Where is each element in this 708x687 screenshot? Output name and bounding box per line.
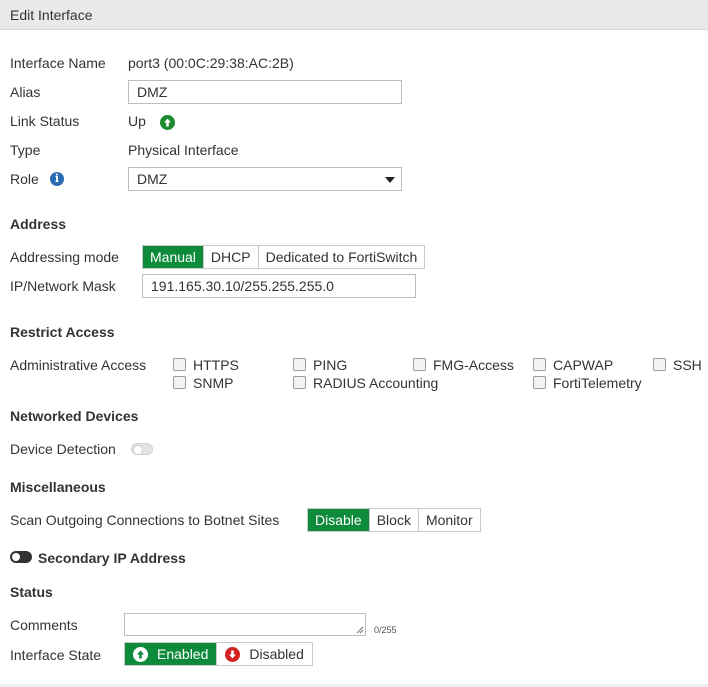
- https-checkbox[interactable]: [173, 358, 186, 371]
- role-label: Role: [10, 171, 39, 187]
- https-label: HTTPS: [193, 357, 239, 373]
- botnet-disable-button[interactable]: Disable: [308, 509, 370, 531]
- admin-access-label: Administrative Access: [10, 357, 147, 373]
- dialog-title-bar: Edit Interface: [0, 0, 708, 30]
- botnet-scan-toggle: Disable Block Monitor: [307, 508, 481, 532]
- caret-down-icon: [385, 177, 395, 183]
- alias-label: Alias: [10, 84, 41, 100]
- botnet-scan-label: Scan Outgoing Connections to Botnet Site…: [10, 512, 280, 528]
- ip-mask-input[interactable]: [142, 274, 416, 298]
- alias-input[interactable]: [128, 80, 402, 104]
- secondary-ip-toggle[interactable]: [10, 551, 32, 563]
- snmp-label: SNMP: [193, 375, 234, 391]
- fmg-access-checkbox[interactable]: [413, 358, 426, 371]
- ssh-label: SSH: [673, 357, 702, 373]
- ping-label: PING: [313, 357, 348, 373]
- fortitelemetry-label: FortiTelemetry: [553, 375, 642, 391]
- address-section-title: Address: [10, 216, 67, 232]
- state-disabled-button[interactable]: Disabled: [217, 643, 311, 665]
- comments-counter: 0/255: [374, 625, 397, 635]
- capwap-label: CAPWAP: [553, 357, 614, 373]
- device-detection-label: Device Detection: [10, 441, 116, 457]
- down-arrow-circle-icon: [225, 646, 241, 662]
- radius-accounting-checkbox[interactable]: [293, 376, 306, 389]
- interface-name-value: port3 (00:0C:29:38:AC:2B): [128, 55, 294, 71]
- link-up-icon: [160, 115, 175, 130]
- secondary-ip-label: Secondary IP Address: [38, 550, 186, 566]
- ip-mask-label: IP/Network Mask: [10, 278, 116, 294]
- comments-textarea[interactable]: [124, 613, 366, 636]
- addressing-mode-toggle: Manual DHCP Dedicated to FortiSwitch: [142, 245, 426, 269]
- resize-grip-icon[interactable]: [356, 626, 364, 634]
- dialog-title: Edit Interface: [10, 7, 93, 23]
- state-disabled-label: Disabled: [249, 646, 304, 662]
- restrict-access-section-title: Restrict Access: [10, 324, 115, 340]
- networked-devices-section-title: Networked Devices: [10, 408, 139, 424]
- link-status-label: Link Status: [10, 113, 80, 129]
- botnet-block-button[interactable]: Block: [369, 509, 419, 531]
- botnet-monitor-button[interactable]: Monitor: [418, 509, 480, 531]
- interface-state-label: Interface State: [10, 647, 102, 663]
- link-status-value: Up: [128, 113, 146, 129]
- type-value: Physical Interface: [128, 142, 239, 158]
- comments-label: Comments: [10, 617, 78, 633]
- role-select[interactable]: DMZ: [128, 167, 402, 191]
- device-detection-toggle[interactable]: [131, 443, 153, 455]
- fortitelemetry-checkbox[interactable]: [533, 376, 546, 389]
- mode-fortiswitch-button[interactable]: Dedicated to FortiSwitch: [258, 246, 425, 268]
- fmg-access-label: FMG-Access: [433, 357, 514, 373]
- role-info-icon[interactable]: i: [50, 172, 64, 186]
- miscellaneous-section-title: Miscellaneous: [10, 479, 106, 495]
- role-select-value: DMZ: [137, 171, 168, 187]
- snmp-checkbox[interactable]: [173, 376, 186, 389]
- status-section-title: Status: [10, 584, 53, 600]
- ssh-checkbox[interactable]: [653, 358, 666, 371]
- mode-manual-button[interactable]: Manual: [143, 246, 204, 268]
- up-arrow-circle-icon: [133, 646, 148, 662]
- addressing-mode-label: Addressing mode: [10, 249, 119, 265]
- capwap-checkbox[interactable]: [533, 358, 546, 371]
- radius-accounting-label: RADIUS Accounting: [313, 375, 439, 391]
- mode-dhcp-button[interactable]: DHCP: [203, 246, 259, 268]
- interface-state-toggle: Enabled Disabled: [124, 642, 313, 666]
- state-enabled-label: Enabled: [157, 646, 209, 662]
- interface-name-label: Interface Name: [10, 55, 106, 71]
- state-enabled-button[interactable]: Enabled: [125, 643, 218, 665]
- type-label: Type: [10, 142, 41, 158]
- ping-checkbox[interactable]: [293, 358, 306, 371]
